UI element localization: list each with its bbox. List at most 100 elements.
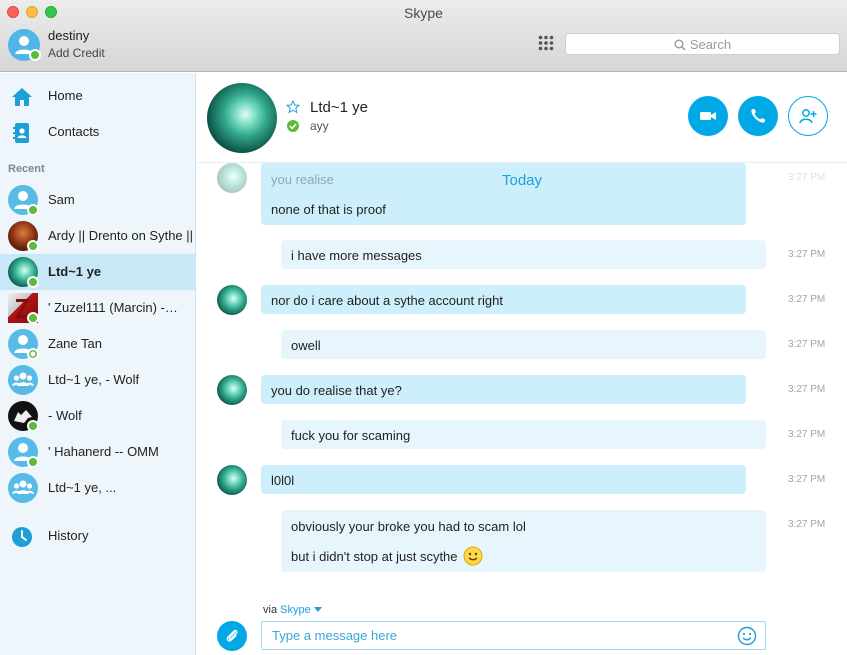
avatar [8, 185, 39, 216]
contact-name: Sam [48, 192, 75, 207]
message-bubble-incoming[interactable]: nor do i care about a sythe account righ… [261, 285, 746, 314]
message-text: but i didn't stop at just scythe [291, 549, 458, 564]
via-prefix: via [263, 604, 278, 616]
emoticon-picker-icon[interactable] [737, 626, 757, 646]
away-status-icon [27, 348, 39, 360]
date-divider: Today [501, 172, 543, 189]
contact-name: Zane Tan [48, 336, 102, 351]
contact-item-ardy[interactable]: Ardy || Drento on Sythe || [0, 218, 196, 254]
nav-contacts[interactable]: Contacts [0, 114, 196, 150]
video-call-button[interactable] [688, 96, 728, 136]
message-text: l0l0l [271, 473, 295, 488]
add-credit-link[interactable]: Add Credit [48, 46, 105, 60]
message-text: nor do i care about a sythe account righ… [271, 293, 503, 308]
message-bubble-outgoing[interactable]: fuck you for scaming [281, 420, 766, 449]
message-bubble-outgoing[interactable]: owell [281, 330, 766, 359]
message-bubble-incoming[interactable]: you do realise that ye? [261, 375, 746, 404]
phone-icon [751, 109, 765, 123]
contact-name: Ltd~1 ye, - Wolf [48, 372, 140, 387]
contact-name: Ltd~1 ye, ... [48, 480, 117, 495]
message-text: i have more messages [291, 248, 422, 263]
attach-file-button[interactable] [217, 621, 247, 651]
recent-heading: Recent [8, 163, 45, 175]
sender-avatar [217, 285, 247, 315]
contact-name: Ardy || Drento on Sythe || [48, 228, 192, 243]
group-icon [12, 480, 34, 494]
message-timestamp: 3:27 PM [788, 474, 826, 485]
search-input[interactable]: Search [565, 33, 840, 55]
online-status-icon [27, 456, 39, 468]
window-title: Skype [404, 5, 443, 21]
my-avatar[interactable] [8, 29, 41, 61]
favorite-star-icon[interactable] [286, 100, 300, 114]
contact-item-wolf[interactable]: - Wolf [0, 398, 196, 434]
contact-name: ' Hahanerd -- OMM [48, 444, 159, 459]
contact-name: ' Zuzel111 (Marcin) -… [48, 300, 178, 315]
online-status-icon [27, 240, 39, 252]
message-timestamp: 3:27 PM [788, 384, 826, 395]
contact-name: Ltd~1 ye [48, 264, 102, 279]
chat-avatar[interactable] [207, 83, 277, 153]
online-status-icon [27, 420, 39, 432]
message-text: you do realise that ye? [271, 383, 402, 398]
message-text: obviously your broke you had to scam lol [291, 519, 526, 534]
message-timestamp: 3:27 PM [788, 339, 826, 350]
online-status-icon [27, 204, 39, 216]
contact-item-group-wolf[interactable]: Ltd~1 ye, - Wolf [0, 362, 196, 398]
sidebar: Home Contacts Recent Sam Ardy || Drento … [0, 73, 196, 655]
via-service: Skype [280, 604, 311, 616]
message-timestamp: 3:27 PM [788, 429, 826, 440]
contact-item-sam[interactable]: Sam [0, 182, 196, 218]
avatar [8, 293, 39, 324]
nav-contacts-label: Contacts [48, 124, 100, 139]
message-timestamp: 3:27 PM [788, 249, 826, 260]
message-text: none of that is proof [271, 202, 386, 217]
message-bubble-outgoing[interactable]: i have more messages [281, 240, 766, 269]
contact-item-zuzel111[interactable]: ' Zuzel111 (Marcin) -… [0, 290, 196, 326]
search-icon [674, 39, 686, 51]
chat-mood-message: ayy [310, 119, 329, 133]
history-clock-icon [12, 527, 32, 547]
online-status-icon [27, 276, 39, 288]
message-timestamp: 3:27 PM [788, 519, 826, 530]
message-text: fuck you for scaming [291, 428, 411, 443]
nav-history[interactable]: History [0, 518, 196, 554]
video-camera-icon [700, 112, 716, 120]
message-timestamp: 3:27 PM [788, 294, 826, 305]
avatar [8, 473, 38, 503]
smile-emoticon-icon [463, 546, 483, 566]
message-bubble-outgoing[interactable]: obviously your broke you had to scam lol… [281, 510, 766, 572]
contact-item-ltd-1-ye[interactable]: Ltd~1 ye [0, 254, 196, 290]
message-compose-box[interactable] [261, 621, 766, 650]
contact-item-hahanerd[interactable]: ' Hahanerd -- OMM [0, 434, 196, 470]
contact-name: - Wolf [48, 408, 82, 423]
nav-home[interactable]: Home [0, 78, 196, 114]
message-text-with-emoticon: but i didn't stop at just scythe [291, 546, 483, 566]
title-bar: Skype destiny Add Credit Search [0, 0, 847, 72]
add-user-icon [799, 109, 817, 124]
via-indicator[interactable]: via Skype [263, 604, 322, 616]
message-input[interactable] [262, 622, 732, 649]
online-status-icon [29, 49, 41, 61]
message-bubble-incoming[interactable]: l0l0l [261, 465, 746, 494]
nav-history-label: History [48, 528, 89, 543]
avatar [8, 365, 38, 395]
contacts-book-icon [13, 123, 29, 143]
avatar [8, 221, 39, 252]
contact-item-zane-tan[interactable]: Zane Tan [0, 326, 196, 362]
chat-contact-name: Ltd~1 ye [310, 99, 368, 116]
contact-item-group-ltd[interactable]: Ltd~1 ye, ... [0, 470, 196, 506]
avatar [8, 401, 39, 432]
chat-header: Ltd~1 ye ayy [197, 73, 847, 163]
message-text: owell [291, 338, 321, 353]
dialpad-icon[interactable] [538, 35, 554, 51]
profile-name[interactable]: destiny [48, 28, 89, 43]
message-list[interactable]: you realise none of that is proof 3:27 P… [197, 163, 847, 593]
add-people-button[interactable] [788, 96, 828, 136]
online-status-icon [287, 120, 299, 132]
chevron-down-icon [313, 607, 322, 612]
home-icon [12, 88, 32, 106]
audio-call-button[interactable] [738, 96, 778, 136]
avatar [8, 437, 39, 468]
group-icon [12, 372, 34, 386]
